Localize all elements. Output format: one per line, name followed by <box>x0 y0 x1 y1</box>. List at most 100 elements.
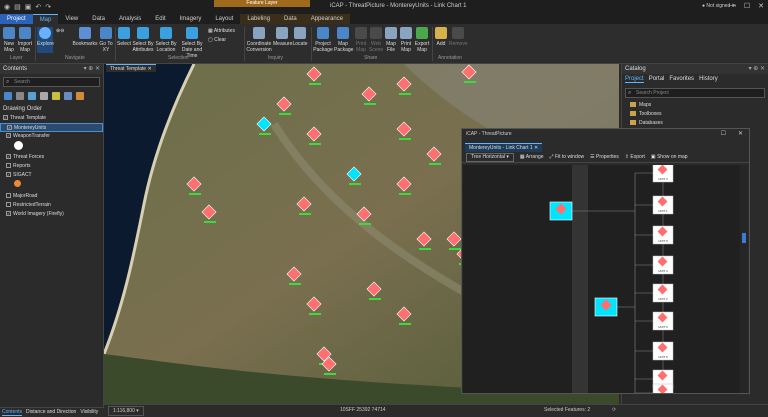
list-by-charts-icon[interactable] <box>76 92 84 100</box>
select-by-location-button[interactable]: Select By Location <box>155 27 177 53</box>
pane-controls-icon[interactable]: ▾ ⊕ ✕ <box>84 64 100 74</box>
measure-button[interactable]: Measure <box>273 27 292 47</box>
selected-features-count[interactable]: Selected Features: 2 <box>544 405 590 416</box>
checkbox-icon[interactable]: ✓ <box>3 115 8 121</box>
checkbox-icon[interactable]: ✓ <box>7 125 12 131</box>
web-scene-button[interactable]: Web Scene <box>369 27 383 53</box>
maximize-icon[interactable]: ☐ <box>721 129 726 140</box>
clear-button[interactable]: ▢ Clear <box>208 37 226 43</box>
project-package-button[interactable]: Project Package <box>313 27 333 53</box>
layer-threat-forces[interactable]: ✓ Threat Forces <box>0 153 103 162</box>
tab-catalog-portal[interactable]: Portal <box>649 76 665 83</box>
tab-contents[interactable]: Contents <box>2 408 23 416</box>
tab-view[interactable]: View <box>58 14 85 24</box>
tab-data[interactable]: Data <box>85 14 112 24</box>
list-by-editing-icon[interactable] <box>40 92 48 100</box>
close-icon[interactable]: ✕ <box>534 145 538 151</box>
undo-icon[interactable]: ↶ <box>35 3 41 11</box>
publish-map-button[interactable]: Print Map <box>354 27 368 53</box>
tab-catalog-favorites[interactable]: Favorites <box>669 76 694 83</box>
checkbox-icon[interactable] <box>6 193 11 199</box>
tab-appearance[interactable]: Appearance <box>303 14 351 24</box>
tab-distance-direction[interactable]: Distance and Direction <box>26 408 76 416</box>
close-icon[interactable]: ✕ <box>758 2 764 10</box>
properties-button[interactable]: ☰ Properties <box>590 154 619 160</box>
link-chart-titlebar[interactable]: iCAP - ThreatPicture ☐ ✕ <box>462 129 749 140</box>
select-button[interactable]: Select <box>117 27 131 47</box>
tab-labeling[interactable]: Labeling <box>240 14 278 24</box>
tab-feature-data[interactable]: Data <box>277 14 304 24</box>
tab-catalog-project[interactable]: Project <box>625 76 644 83</box>
tab-project[interactable]: Project <box>0 14 33 24</box>
attributes-button[interactable]: ▦ Attributes <box>208 28 235 34</box>
show-on-map-button[interactable]: ▣ Show on map <box>651 154 688 160</box>
catalog-item-databases[interactable]: Databases <box>622 119 768 128</box>
export-button[interactable]: ⇪ Export <box>625 154 645 160</box>
open-icon[interactable]: ▤ <box>14 3 21 11</box>
redo-icon[interactable]: ↷ <box>45 3 51 11</box>
checkbox-icon[interactable]: ✓ <box>6 211 11 217</box>
tab-layout[interactable]: Layout <box>208 14 240 24</box>
checkbox-icon[interactable]: ✓ <box>6 133 11 139</box>
checkbox-icon[interactable]: ✓ <box>6 172 11 178</box>
map-package-button[interactable]: Map Package <box>334 27 353 53</box>
print-map-button[interactable]: Print Map <box>399 27 413 53</box>
link-chart-canvas[interactable]: UNIT 3 UNIT 1 UNIT 9 UNIT 4 UNIT 2 UNIT 6 UNIT… <box>463 165 742 393</box>
tab-imagery[interactable]: Imagery <box>173 14 209 24</box>
checkbox-icon[interactable] <box>6 202 11 208</box>
tab-analysis[interactable]: Analysis <box>112 14 148 24</box>
link-chart-tab[interactable]: MontereyUnits - Link Chart 1 ✕ <box>465 143 543 152</box>
coordinate-conversion-button[interactable]: Coordinate Conversion <box>246 27 272 53</box>
refresh-icon[interactable]: ⟳ <box>612 405 616 416</box>
export-map-button[interactable]: Export Map <box>414 27 430 53</box>
bookmarks-icon <box>79 27 91 39</box>
layer-monterey-units[interactable]: ✓ MontereyUnits <box>0 123 103 132</box>
import-map-button[interactable]: Import Map <box>17 27 33 53</box>
layer-weapon-transfer[interactable]: ✓ WeaponTransfer <box>0 132 103 141</box>
catalog-search-input[interactable]: ⌕ Search Project <box>625 88 765 98</box>
scrollbar-thumb[interactable] <box>742 233 746 243</box>
layer-threat-template[interactable]: ✓ Threat Template <box>0 114 103 123</box>
close-icon[interactable]: ✕ <box>738 129 743 140</box>
remove-button[interactable]: Remove <box>449 27 468 47</box>
maximize-icon[interactable]: ☐ <box>744 2 750 10</box>
list-by-source-icon[interactable] <box>16 92 24 100</box>
tab-catalog-history[interactable]: History <box>699 76 718 83</box>
scale-selector[interactable]: 1:116,800 ▾ <box>108 406 144 416</box>
explore-button[interactable]: Explore <box>37 27 54 53</box>
go-to-xy-button[interactable]: Go To XY <box>99 27 113 53</box>
close-icon[interactable]: ✕ <box>147 66 151 72</box>
layer-reports[interactable]: Reports <box>0 162 103 171</box>
list-by-selection-icon[interactable] <box>28 92 36 100</box>
new-map-button[interactable]: New Map <box>2 27 16 53</box>
tab-map[interactable]: Map <box>32 14 59 24</box>
fit-to-window-button[interactable]: ⤢ Fit to window <box>550 154 585 160</box>
layer-major-road[interactable]: MajorRoad <box>0 192 103 201</box>
zoom-tools[interactable]: ⊕⊖ <box>56 28 64 34</box>
select-by-attributes-button[interactable]: Select By Attributes <box>132 27 154 53</box>
list-by-snapping-icon[interactable] <box>52 92 60 100</box>
map-view-tab[interactable]: Threat Template ✕ <box>106 64 156 72</box>
layer-world-imagery[interactable]: ✓ World Imagery (Firefly) <box>0 210 103 219</box>
add-button[interactable]: Add <box>434 27 448 47</box>
tab-edit[interactable]: Edit <box>148 14 172 24</box>
locate-button[interactable]: Locate <box>292 27 308 47</box>
link-chart-scrollbar[interactable] <box>740 165 748 393</box>
tab-visibility[interactable]: Visibility <box>80 408 98 416</box>
checkbox-icon[interactable] <box>6 163 11 169</box>
layer-restricted-terrain[interactable]: RestrictedTerrain <box>0 201 103 210</box>
catalog-item-maps[interactable]: Maps <box>622 101 768 110</box>
layout-dropdown[interactable]: Tree Horizontal ▾ <box>466 152 514 162</box>
pane-controls-icon[interactable]: ▾ ⊕ ✕ <box>749 64 765 74</box>
minimize-icon[interactable]: — <box>729 2 736 10</box>
list-by-drawing-order-icon[interactable] <box>4 92 12 100</box>
layer-sigact[interactable]: ✓ SIGACT <box>0 171 103 180</box>
map-file-button[interactable]: Map File <box>384 27 398 53</box>
contents-search-input[interactable]: ⌕ Search <box>3 77 100 87</box>
arrange-button[interactable]: ▦ Arrange <box>520 154 544 160</box>
checkbox-icon[interactable]: ✓ <box>6 154 11 160</box>
catalog-item-toolboxes[interactable]: Toolboxes <box>622 110 768 119</box>
list-by-labeling-icon[interactable] <box>64 92 72 100</box>
save-icon[interactable]: ▣ <box>25 3 32 11</box>
bookmarks-button[interactable]: Bookmarks <box>72 27 98 47</box>
